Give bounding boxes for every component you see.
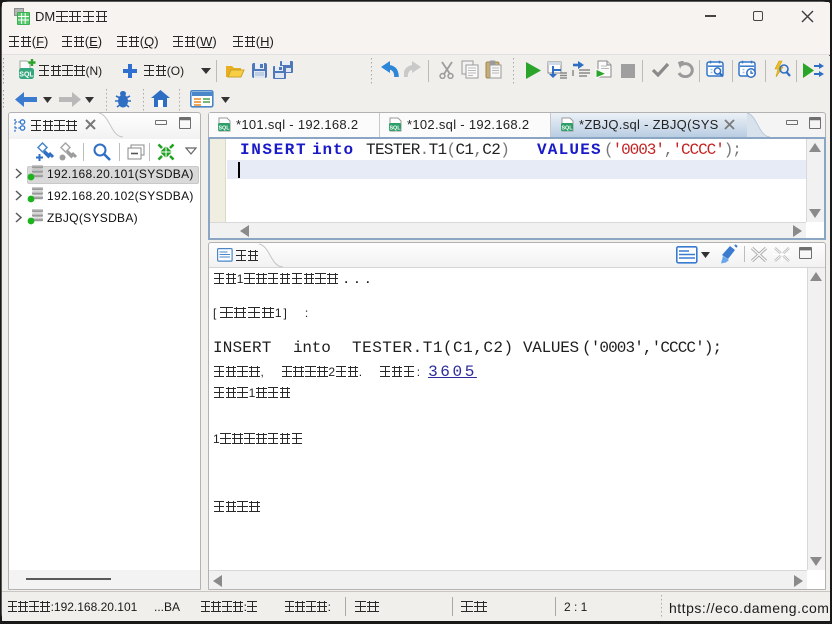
svg-text:SQL: SQL — [19, 72, 34, 79]
svg-text:SQL: SQL — [218, 125, 230, 131]
svg-text:SQL: SQL — [389, 125, 401, 131]
svg-text:SQL: SQL — [561, 125, 573, 131]
